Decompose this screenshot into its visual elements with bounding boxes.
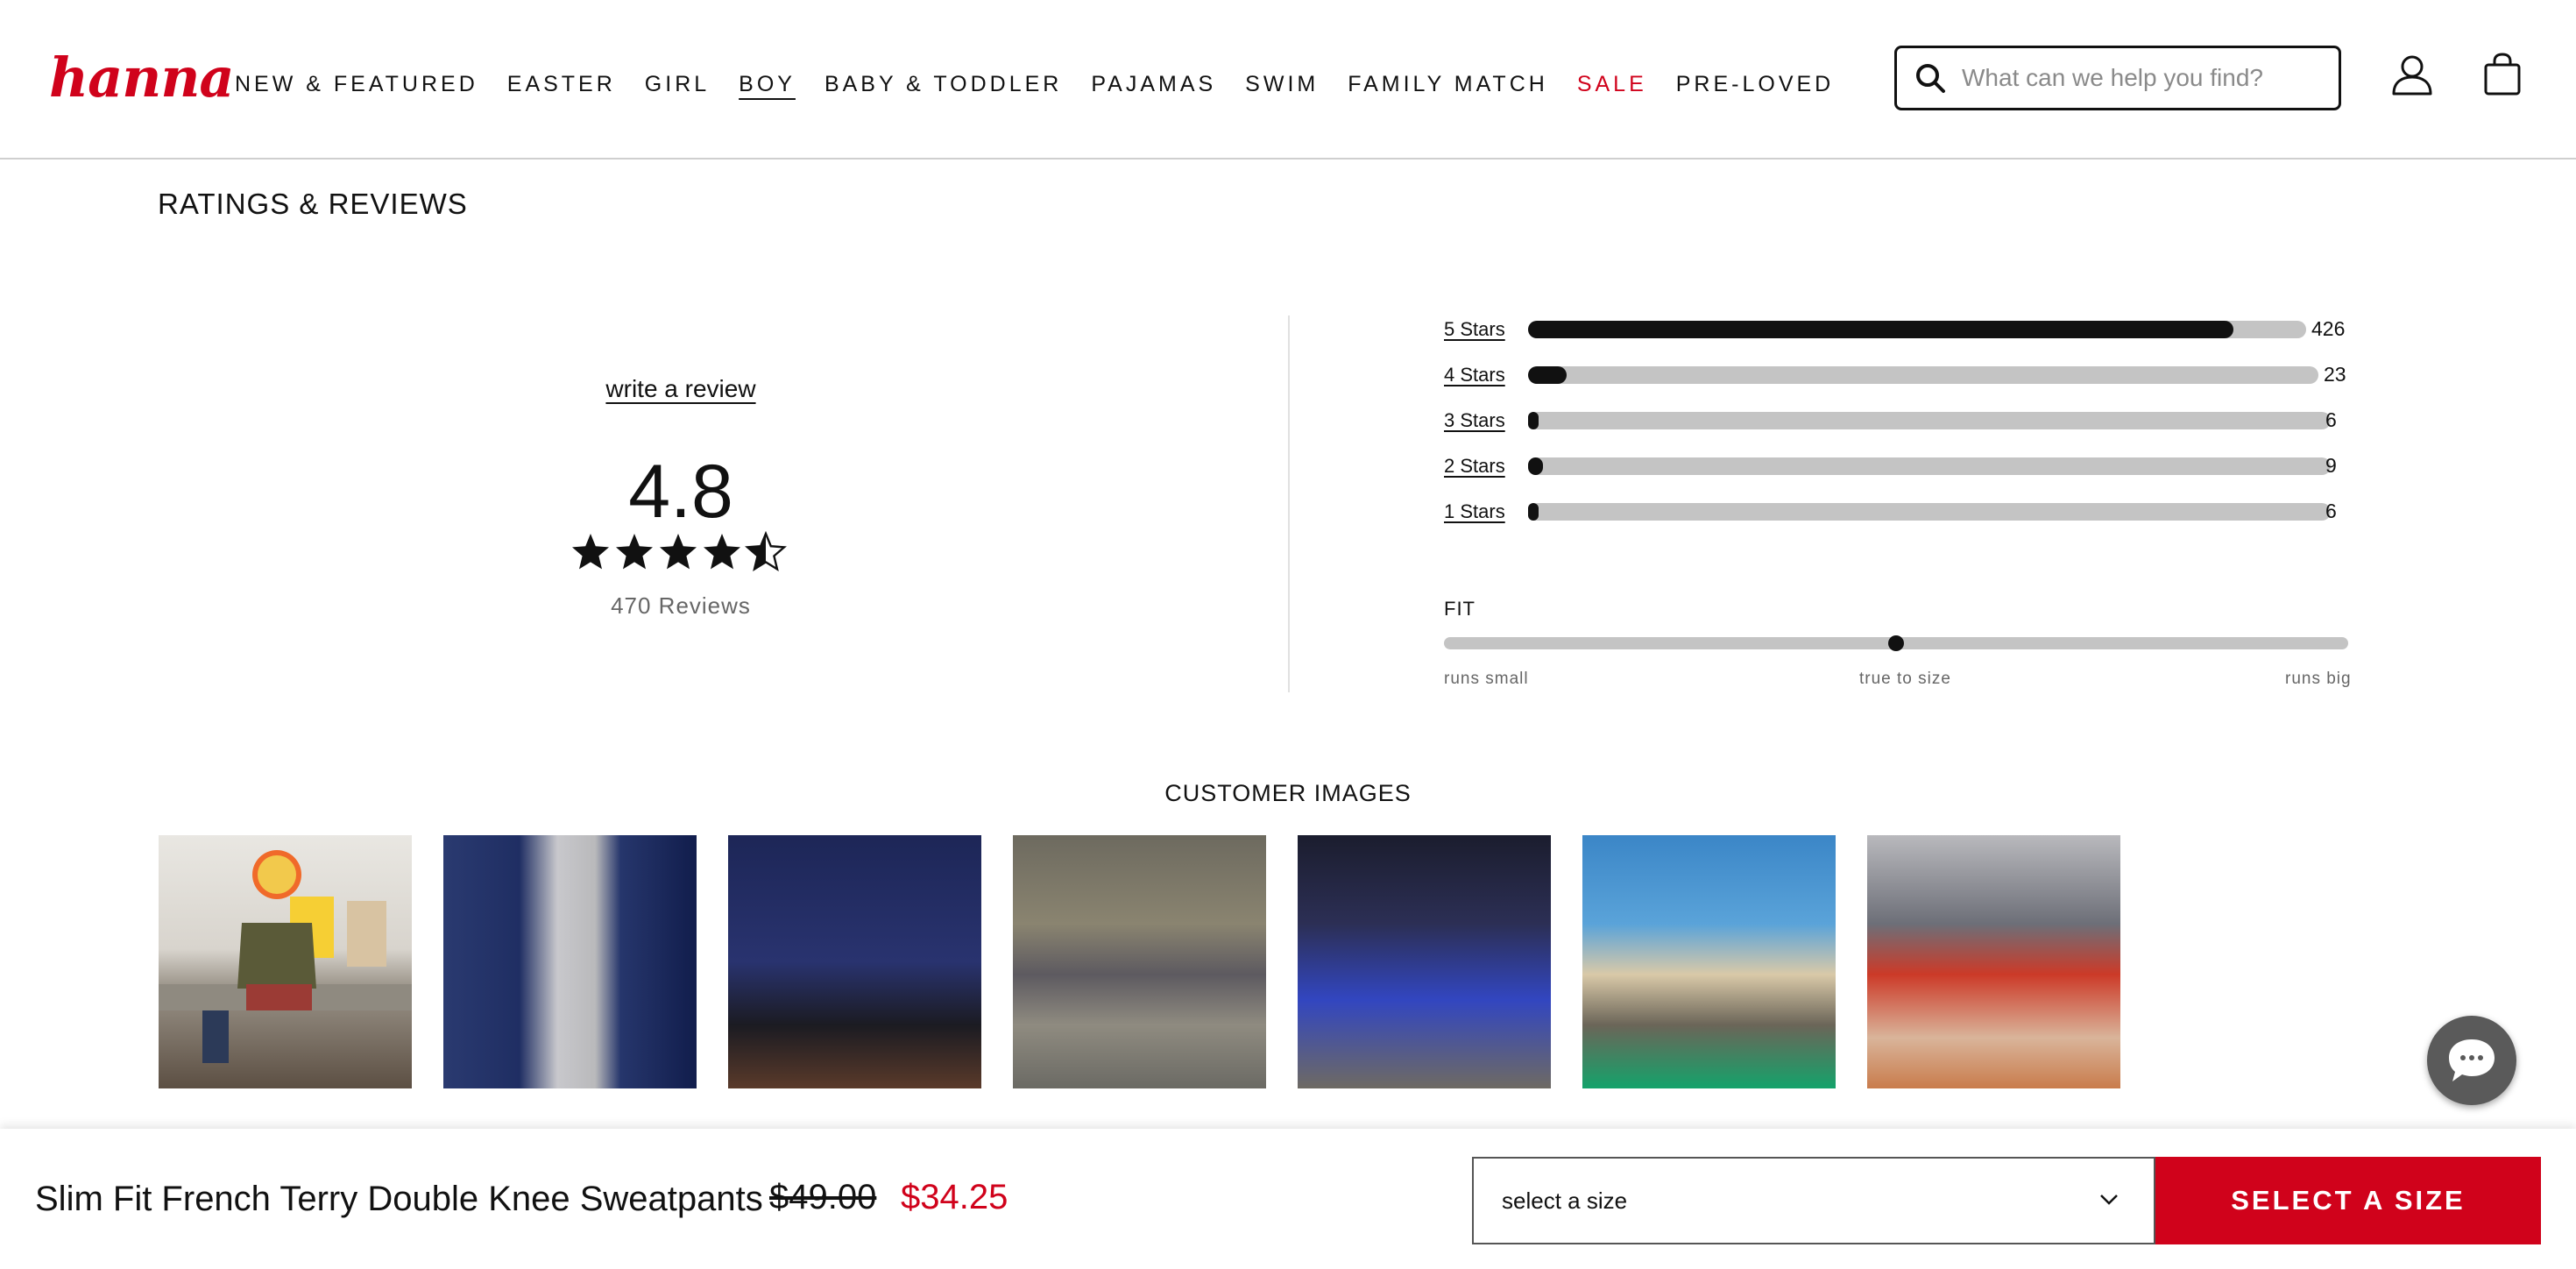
search-box[interactable] [1894, 46, 2341, 110]
fit-label: FIT [1444, 598, 1476, 620]
search-input[interactable] [1962, 64, 2330, 92]
average-rating: 4.8 [628, 450, 733, 534]
nav-item-boy[interactable]: BOY [739, 72, 796, 97]
fit-scale-runs-big: runs big [2285, 670, 2352, 688]
histogram-fill [1528, 321, 2233, 338]
histogram-label[interactable]: 2 Stars [1444, 455, 1528, 478]
histogram-count: 9 [2325, 454, 2337, 477]
star-icon [704, 534, 740, 570]
histogram-fill [1528, 503, 1539, 521]
site-header: hanna NEW & FEATURED EASTER GIRL BOY BAB… [0, 0, 2576, 160]
fit-indicator [1888, 635, 1904, 651]
chat-button[interactable] [2427, 1016, 2516, 1105]
histogram-label[interactable]: 1 Stars [1444, 500, 1528, 523]
nav-item-new-featured[interactable]: NEW & FEATURED [235, 72, 478, 97]
nav-item-pre-loved[interactable]: PRE-LOVED [1676, 72, 1834, 97]
customer-image[interactable] [1298, 835, 1551, 1088]
histogram-fill [1528, 457, 1544, 475]
nav-item-family-match[interactable]: FAMILY MATCH [1348, 72, 1548, 97]
histogram-count: 23 [2324, 363, 2346, 386]
chat-bubble-icon [2449, 1039, 2495, 1081]
customer-image[interactable] [443, 835, 697, 1088]
customer-images-title: CUSTOMER IMAGES [1164, 780, 1412, 806]
histogram-fill [1528, 412, 1539, 429]
histogram-count: 426 [2311, 317, 2346, 340]
account-icon[interactable] [2390, 53, 2434, 96]
brand-logo[interactable]: hanna [49, 46, 235, 110]
nav-item-sale[interactable]: SALE [1577, 72, 1647, 97]
histogram-label[interactable]: 4 Stars [1444, 364, 1528, 386]
histogram-count: 6 [2325, 408, 2337, 431]
histogram-row-3[interactable]: 3 Stars [1444, 408, 2331, 434]
sale-price: $34.25 [901, 1178, 1008, 1216]
write-review-link[interactable]: write a review [526, 375, 836, 403]
histogram-fill [1528, 366, 1568, 384]
histogram-bar [1528, 412, 2331, 429]
size-select-value: select a size [1502, 1187, 1628, 1214]
histogram-row-4[interactable]: 4 Stars [1444, 362, 2318, 388]
star-icon [572, 534, 609, 570]
customer-image[interactable] [159, 835, 412, 1088]
histogram-row-2[interactable]: 2 Stars [1444, 453, 2331, 479]
histogram-bar [1528, 321, 2306, 338]
customer-photo-illustration [159, 850, 412, 1063]
nav-item-swim[interactable]: SWIM [1245, 72, 1319, 97]
nav-item-pajamas[interactable]: PAJAMAS [1091, 72, 1216, 97]
product-name: Slim Fit French Terry Double Knee Sweatp… [35, 1180, 763, 1218]
star-rating [570, 531, 787, 573]
nav-item-girl[interactable]: GIRL [645, 72, 710, 97]
customer-image[interactable] [1582, 835, 1836, 1088]
size-select-dropdown[interactable]: select a size [1472, 1157, 2155, 1244]
customer-image[interactable] [1867, 835, 2120, 1088]
review-count: 470 Reviews [611, 592, 751, 619]
histogram-count: 6 [2325, 500, 2337, 522]
nav-item-easter[interactable]: EASTER [507, 72, 616, 97]
histogram-bar [1528, 457, 2331, 475]
histogram-bar [1528, 366, 2318, 384]
histogram-label[interactable]: 3 Stars [1444, 409, 1528, 432]
search-icon [1916, 64, 1945, 93]
sticky-purchase-bar: Slim Fit French Terry Double Knee Sweatp… [0, 1129, 2576, 1269]
fit-scale-true-to-size: true to size [1859, 670, 1951, 688]
main-nav: NEW & FEATURED EASTER GIRL BOY BABY & TO… [235, 72, 1863, 97]
star-icon [616, 534, 653, 570]
nav-item-baby-toddler[interactable]: BABY & TODDLER [824, 72, 1062, 97]
histogram-label[interactable]: 5 Stars [1444, 318, 1528, 341]
fit-scale-bar [1444, 635, 2348, 651]
ratings-reviews-title: RATINGS & REVIEWS [158, 188, 468, 220]
half-star-icon [745, 531, 787, 571]
histogram-bar [1528, 503, 2331, 521]
customer-image[interactable] [728, 835, 981, 1088]
fit-scale-runs-small: runs small [1444, 670, 1529, 688]
customer-image[interactable] [1013, 835, 1266, 1088]
histogram-row-1[interactable]: 1 Stars [1444, 499, 2331, 525]
select-size-button[interactable]: SELECT A SIZE [2155, 1157, 2541, 1244]
ratings-divider [1288, 315, 1290, 692]
histogram-row-5[interactable]: 5 Stars [1444, 316, 2306, 343]
chevron-down-icon [2100, 1195, 2118, 1205]
customer-images-row [159, 835, 2120, 1088]
star-icon [660, 534, 697, 570]
original-price: $49.00 [769, 1178, 877, 1216]
shopping-bag-icon[interactable] [2483, 53, 2522, 96]
